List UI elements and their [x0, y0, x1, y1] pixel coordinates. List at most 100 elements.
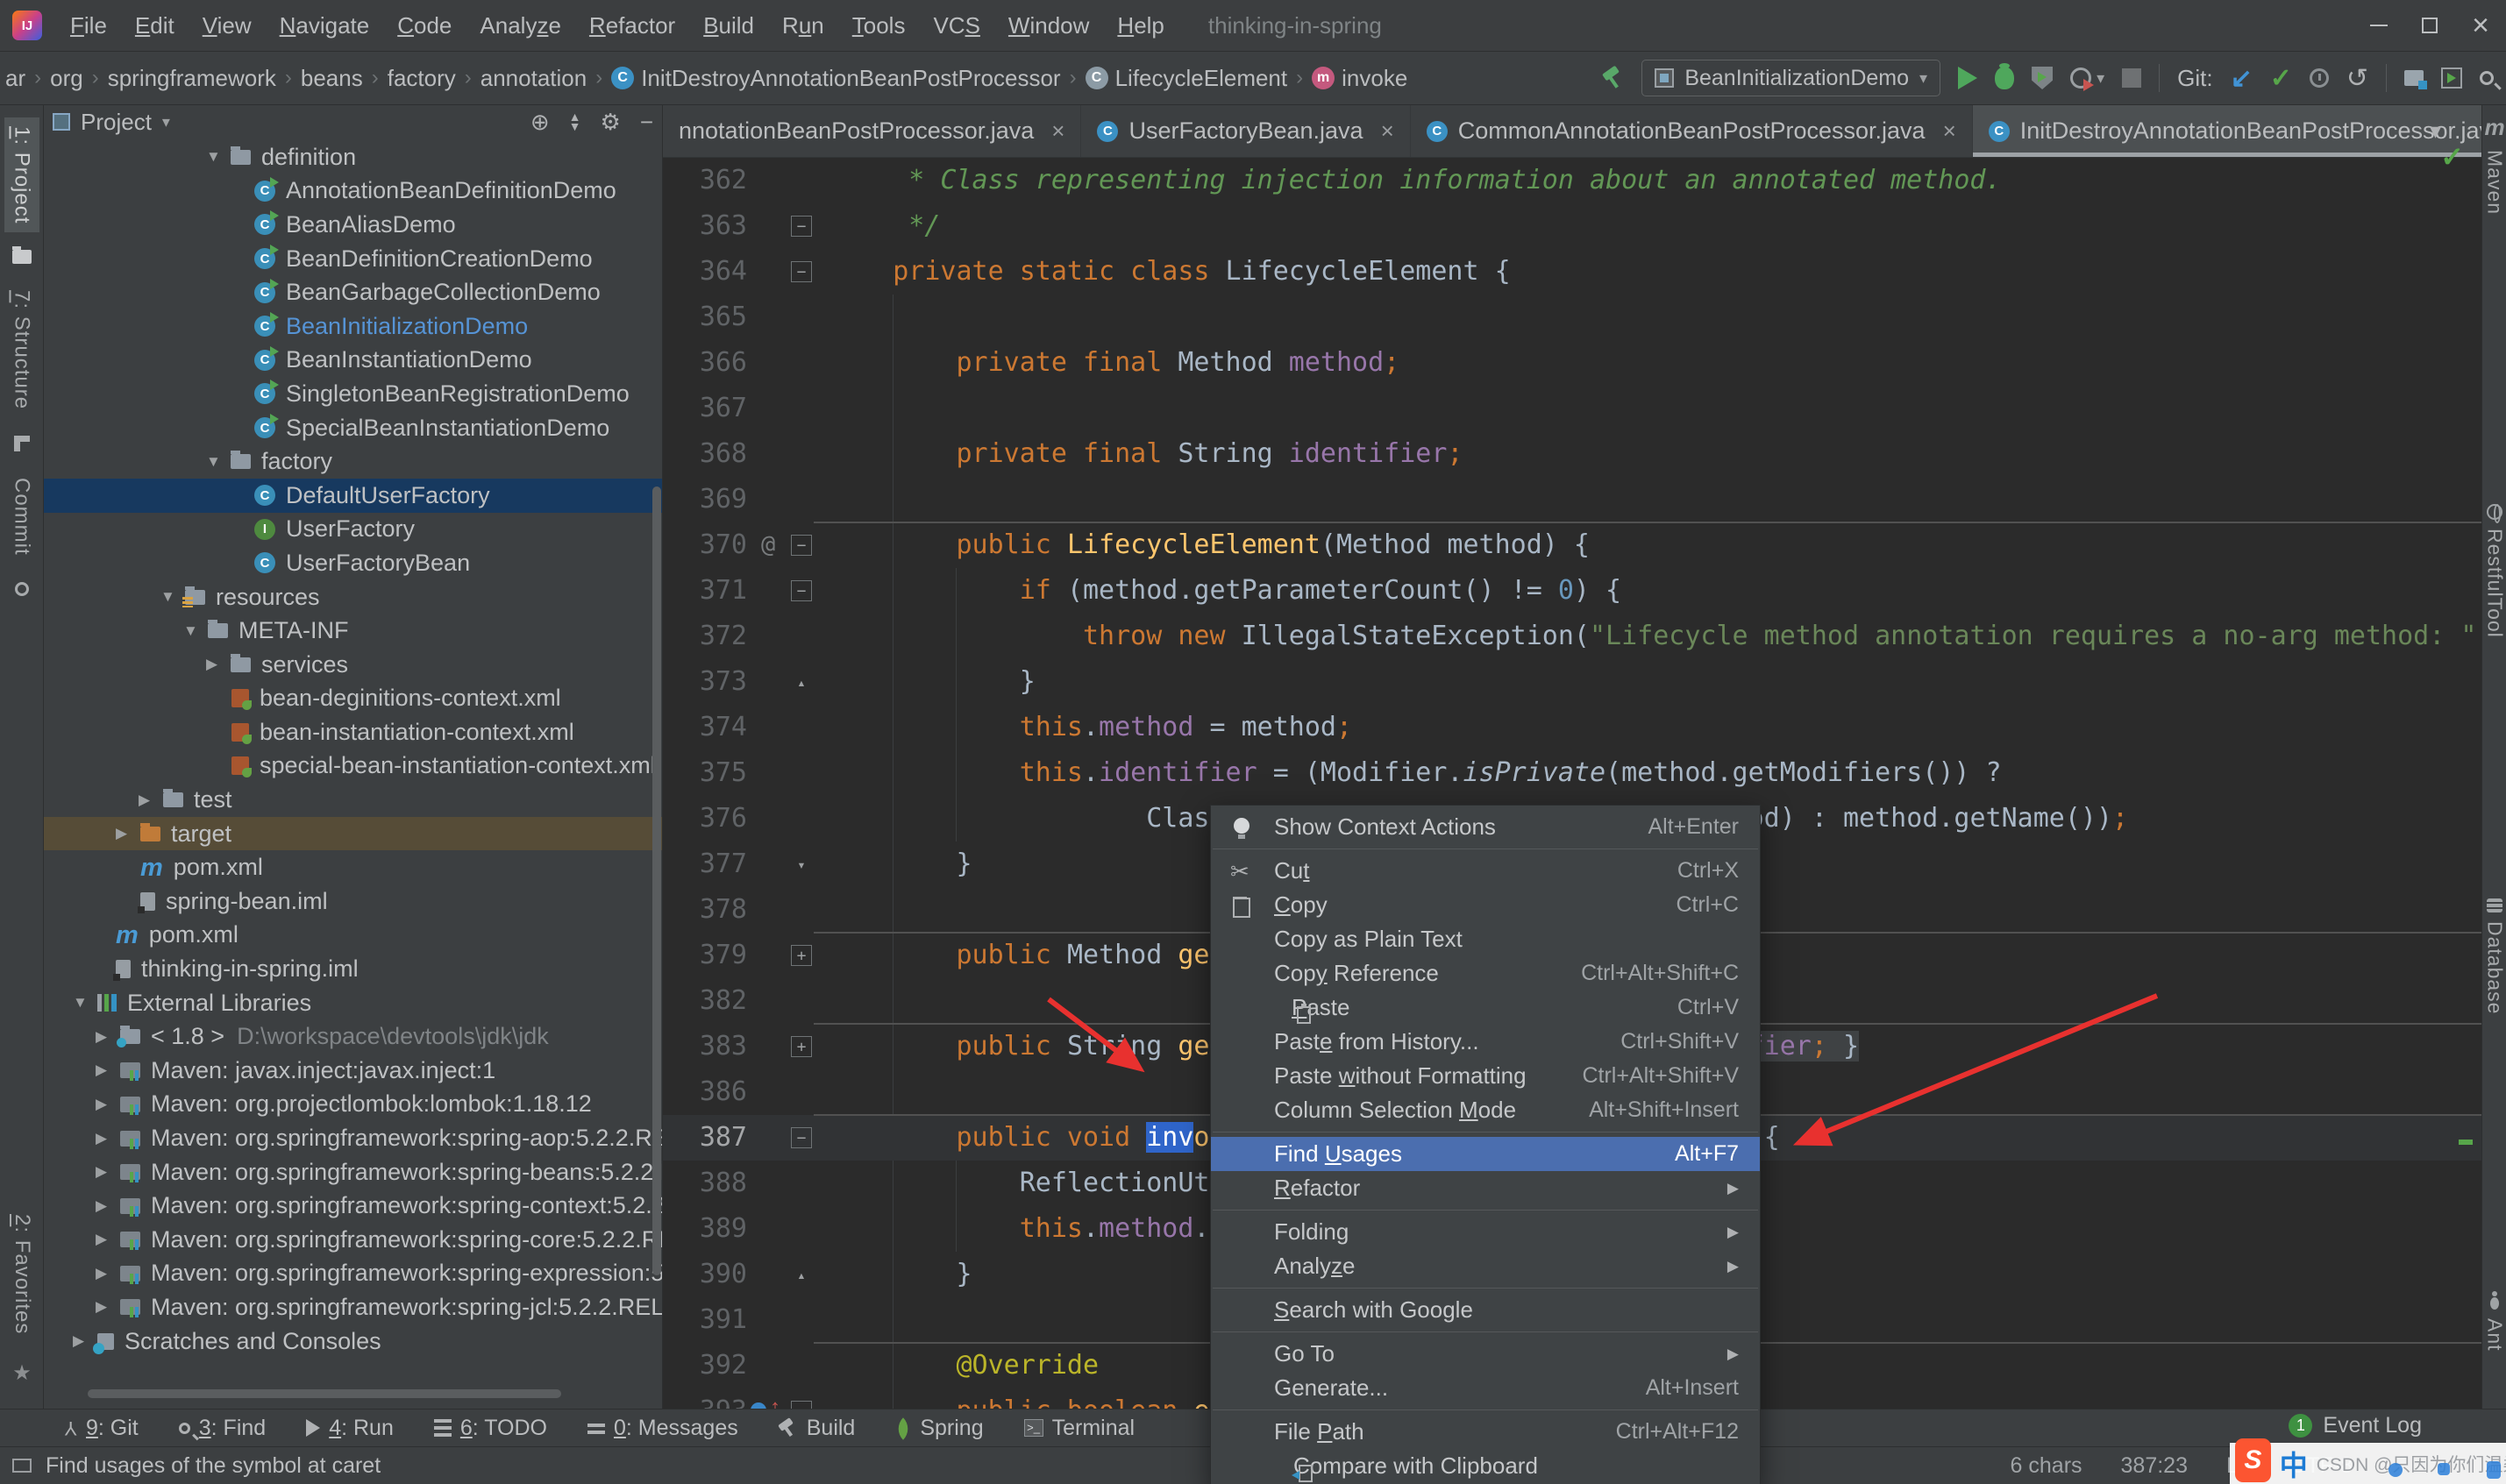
- fold-marker[interactable]: +: [791, 945, 812, 966]
- tab-close-icon[interactable]: ×: [1943, 117, 1956, 145]
- stop-button[interactable]: [2122, 68, 2141, 88]
- tree-item-maven-org-springframework-spring-context-5-2-2-release[interactable]: ▶Maven: org.springframework:spring-conte…: [44, 1189, 662, 1223]
- tree-item-userfactorybean[interactable]: CUserFactoryBean: [44, 546, 662, 580]
- breadcrumb-item-springframework[interactable]: springframework: [108, 65, 276, 92]
- tool-window-button-terminal[interactable]: >_Terminal: [1024, 1416, 1135, 1441]
- editor-tab-commonannotationbeanpostprocessor-java[interactable]: CCommonAnnotationBeanPostProcessor.java×: [1411, 105, 1973, 157]
- tree-item-annotationbeandefinitiondemo[interactable]: CAnnotationBeanDefinitionDemo: [44, 174, 662, 209]
- tree-item-beandefinitioncreationdemo[interactable]: CBeanDefinitionCreationDemo: [44, 242, 662, 276]
- menu-navigate[interactable]: Navigate: [266, 0, 384, 52]
- breadcrumb-item-org[interactable]: org: [50, 65, 83, 92]
- editor-tab-initdestroyannotationbeanpostprocessor-java[interactable]: CInitDestroyAnnotationBeanPostProcessor.…: [1973, 105, 2481, 157]
- tree-item-definition[interactable]: ▼definition: [44, 140, 662, 174]
- menu-build[interactable]: Build: [689, 0, 768, 52]
- menu-item-go-to[interactable]: Go To▶: [1211, 1337, 1760, 1371]
- locate-file-button[interactable]: ⊕: [530, 109, 550, 136]
- tree-item-special-bean-instantiation-context-xml[interactable]: special-bean-instantiation-context.xml: [44, 749, 662, 784]
- history-button[interactable]: [2310, 68, 2329, 88]
- tree-expand-arrow[interactable]: ▶: [116, 825, 140, 842]
- tree-item-maven-javax-inject-javax-inject-1[interactable]: ▶Maven: javax.inject:javax.inject:1: [44, 1054, 662, 1088]
- minimize-button[interactable]: [2353, 0, 2404, 52]
- tree-item-maven-org-springframework-spring-jcl-5-2-2-release[interactable]: ▶Maven: org.springframework:spring-jcl:5…: [44, 1290, 662, 1324]
- menu-edit[interactable]: Edit: [121, 0, 189, 52]
- menu-analyze[interactable]: Analyze: [466, 0, 575, 52]
- menu-refactor[interactable]: Refactor: [575, 0, 689, 52]
- collapse-all-button[interactable]: ▲▼: [569, 112, 581, 131]
- tree-item-beangarbagecollectiondemo[interactable]: CBeanGarbageCollectionDemo: [44, 275, 662, 309]
- menu-item-column-selection-mode[interactable]: Column Selection ModeAlt+Shift+Insert: [1211, 1093, 1760, 1127]
- fold-marker[interactable]: −: [791, 535, 812, 556]
- tree-item-maven-org-projectlombok-lombok-1-18-12[interactable]: ▶Maven: org.projectlombok:lombok:1.18.12: [44, 1088, 662, 1122]
- tree-item-resources[interactable]: ▼resources: [44, 580, 662, 614]
- menu-item-copy-as-plain-text[interactable]: Copy as Plain Text: [1211, 922, 1760, 956]
- star-icon[interactable]: ★: [0, 1360, 44, 1386]
- menu-item-generate[interactable]: Generate...Alt+Insert: [1211, 1371, 1760, 1405]
- rollback-button[interactable]: ↺: [2346, 63, 2368, 94]
- debug-button[interactable]: [1995, 67, 2014, 89]
- breadcrumb-item-beans[interactable]: beans: [301, 65, 363, 92]
- tool-window-button-find[interactable]: 3: Find: [179, 1416, 266, 1441]
- breadcrumb-item-ar[interactable]: ar: [5, 65, 25, 92]
- tab-list-chevron-icon[interactable]: ▾: [2430, 117, 2441, 145]
- tree-item-maven-org-springframework-spring-expression-5-2-2-release[interactable]: ▶Maven: org.springframework:spring-expre…: [44, 1257, 662, 1291]
- tree-expand-arrow[interactable]: ▼: [183, 622, 208, 640]
- tree-item-singletonbeanregistrationdemo[interactable]: CSingletonBeanRegistrationDemo: [44, 377, 662, 411]
- tree-item-beanaliasdemo[interactable]: CBeanAliasDemo: [44, 208, 662, 242]
- tree-item-beaninstantiationdemo[interactable]: CBeanInstantiationDemo: [44, 344, 662, 378]
- tree-expand-arrow[interactable]: ▶: [96, 1163, 120, 1181]
- tree-expand-arrow[interactable]: ▶: [96, 1298, 120, 1316]
- project-vertical-scrollbar[interactable]: [652, 486, 661, 1275]
- sidebar-item-1-project[interactable]: 1: Project: [4, 117, 39, 232]
- tab-close-icon[interactable]: ×: [1381, 117, 1394, 145]
- status-widget[interactable]: 6 chars: [2011, 1453, 2082, 1479]
- tool-button-restfultool[interactable]: RestfulTool: [2482, 504, 2506, 638]
- sidebar-item-commit[interactable]: Commit: [4, 469, 39, 564]
- menu-run[interactable]: Run: [768, 0, 838, 52]
- tree-item-bean-instantiation-context-xml[interactable]: bean-instantiation-context.xml: [44, 715, 662, 749]
- menu-vcs[interactable]: VCS: [919, 0, 993, 52]
- menu-item-paste-from-history[interactable]: Paste from History...Ctrl+Shift+V: [1211, 1025, 1760, 1059]
- fold-marker[interactable]: ▴: [791, 1264, 812, 1285]
- tree-item-test[interactable]: ▶test: [44, 783, 662, 817]
- menu-item-find-usages[interactable]: Find UsagesAlt+F7: [1211, 1137, 1760, 1171]
- tool-window-button-run[interactable]: 4: Run: [306, 1416, 394, 1441]
- breadcrumb-item-annotation[interactable]: annotation: [481, 65, 587, 92]
- tree-expand-arrow[interactable]: ▼: [73, 994, 97, 1012]
- menu-item-paste-without-formatting[interactable]: Paste without FormattingCtrl+Alt+Shift+V: [1211, 1059, 1760, 1093]
- menu-view[interactable]: View: [189, 0, 266, 52]
- git-commit-button[interactable]: ✓: [2270, 63, 2292, 94]
- overrides-gutter-icon[interactable]: [751, 1402, 766, 1409]
- tree-item-specialbeaninstantiationdemo[interactable]: CSpecialBeanInstantiationDemo: [44, 411, 662, 445]
- maximize-button[interactable]: [2404, 0, 2455, 52]
- menu-window[interactable]: Window: [994, 0, 1103, 52]
- git-update-button[interactable]: ↙: [2231, 63, 2253, 94]
- sidebar-item-2-favorites[interactable]: 2: Favorites: [4, 1205, 39, 1343]
- tree-expand-arrow[interactable]: ▶: [96, 1130, 120, 1147]
- hide-panel-button[interactable]: −: [640, 109, 653, 136]
- project-panel-title[interactable]: Project: [81, 109, 152, 136]
- menu-item-show-context-actions[interactable]: Show Context ActionsAlt+Enter: [1211, 810, 1760, 844]
- tree-item-thinking-in-spring-iml[interactable]: thinking-in-spring.iml: [44, 952, 662, 986]
- fold-marker[interactable]: ▾: [791, 854, 812, 875]
- tree-expand-arrow[interactable]: ▼: [206, 148, 231, 166]
- tree-item-maven-org-springframework-spring-core-5-2-2-release[interactable]: ▶Maven: org.springframework:spring-core:…: [44, 1223, 662, 1257]
- folder-icon[interactable]: [12, 250, 32, 264]
- tree-item-factory[interactable]: ▼factory: [44, 444, 662, 479]
- tab-close-icon[interactable]: ×: [1051, 117, 1064, 145]
- menu-item-analyze[interactable]: Analyze▶: [1211, 1249, 1760, 1283]
- tree-expand-arrow[interactable]: ▶: [139, 792, 163, 809]
- breadcrumb-item-lifecycleelement[interactable]: CLifecycleElement: [1086, 65, 1288, 92]
- run-anything-button[interactable]: [2441, 67, 2462, 89]
- menu-item-folding[interactable]: Folding▶: [1211, 1215, 1760, 1249]
- run-config-selector[interactable]: BeanInitializationDemo ▾: [1641, 60, 1940, 96]
- editor-tab-nnotationbeanpostprocessor-java[interactable]: nnotationBeanPostProcessor.java×: [663, 105, 1081, 157]
- tree-expand-arrow[interactable]: ▼: [160, 588, 185, 606]
- fold-marker[interactable]: −: [791, 216, 812, 237]
- menu-item-cut[interactable]: ✂CutCtrl+X: [1211, 854, 1760, 888]
- menu-item-copy-reference[interactable]: Copy ReferenceCtrl+Alt+Shift+C: [1211, 956, 1760, 991]
- menu-code[interactable]: Code: [383, 0, 466, 52]
- menu-item-paste[interactable]: PasteCtrl+V: [1211, 991, 1760, 1025]
- tree-item-services[interactable]: ▶services: [44, 648, 662, 682]
- tool-window-button-spring[interactable]: Spring: [895, 1416, 983, 1441]
- tree-item-scratches-and-consoles[interactable]: ▶Scratches and Consoles: [44, 1324, 662, 1359]
